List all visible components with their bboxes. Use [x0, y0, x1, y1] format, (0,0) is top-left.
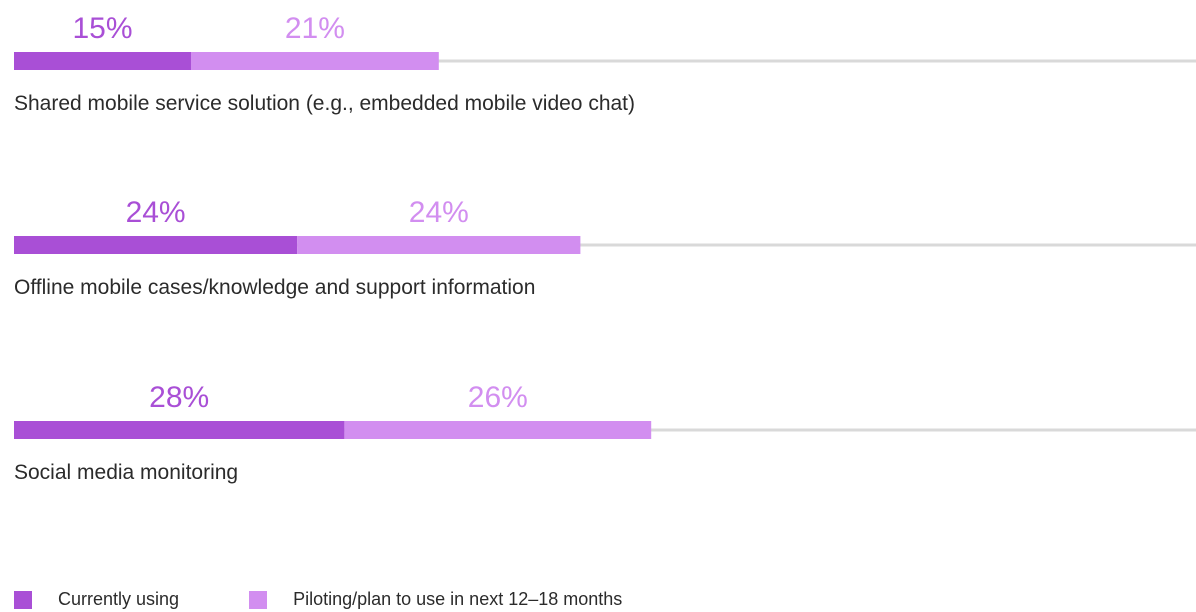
chart: 15% 21% Shared mobile service solution (e.… [14, 12, 1196, 484]
bar-segment-currently-using [14, 421, 345, 439]
value-label-piloting: 26% [468, 381, 528, 414]
legend-swatch-currently-using [14, 590, 32, 609]
value-label-currently-using: 28% [149, 381, 209, 414]
category-label: Social media monitoring [14, 461, 238, 484]
bar-segment-piloting [191, 52, 439, 70]
legend-item-piloting: Piloting/plan to use in next 12–18 month… [249, 589, 622, 610]
category-label: Shared mobile service solution (e.g., em… [14, 92, 635, 115]
bar-segment-piloting [297, 236, 581, 254]
bar-segment-currently-using [14, 236, 298, 254]
value-label-piloting: 21% [285, 12, 345, 45]
value-label-piloting: 24% [409, 196, 469, 229]
category-label: Offline mobile cases/knowledge and suppo… [14, 276, 535, 299]
legend-swatch-piloting [249, 590, 268, 609]
legend: Currently using Piloting/plan to use in … [14, 589, 622, 610]
legend-item-currently-using: Currently using [14, 589, 179, 610]
value-label-currently-using: 24% [126, 196, 186, 229]
value-label-currently-using: 15% [72, 12, 132, 45]
legend-label-piloting: Piloting/plan to use in next 12–18 month… [293, 589, 623, 609]
bar-segment-piloting [344, 421, 652, 439]
bar-segment-currently-using [14, 52, 191, 70]
legend-label-currently-using: Currently using [58, 589, 180, 609]
